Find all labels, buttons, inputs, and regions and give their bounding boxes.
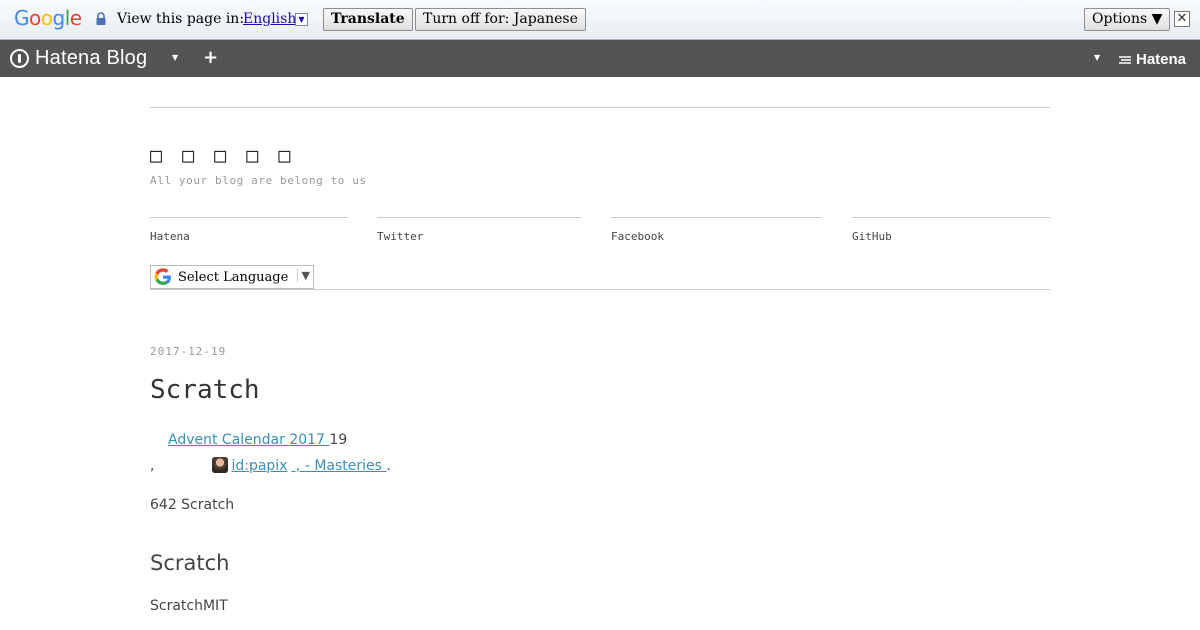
close-icon[interactable]: ✕ xyxy=(1174,11,1190,27)
select-language-label: Select Language xyxy=(178,269,289,285)
author-line-suffix: . xyxy=(386,458,391,474)
post-author-line: , id:papix , - Masteries . xyxy=(150,457,391,474)
hatena-home-link[interactable]: Hatena xyxy=(1118,51,1186,68)
post-intro-line: Advent Calendar 2017 19 xyxy=(150,432,347,448)
avatar xyxy=(212,457,229,473)
translate-button[interactable]: Translate xyxy=(323,8,413,31)
nav-link-twitter[interactable]: Twitter xyxy=(377,217,581,243)
nav-link-github[interactable]: GitHub xyxy=(852,217,1050,243)
google-logo: Google xyxy=(14,6,82,30)
blog-title[interactable]: □ □ □ □ □ xyxy=(150,143,294,167)
menu-caret-icon[interactable]: ▼ xyxy=(172,53,178,62)
advent-calendar-link[interactable]: Advent Calendar 2017 xyxy=(168,432,329,448)
turn-off-button[interactable]: Turn off for: Japanese xyxy=(415,8,586,31)
hatena-label: Hatena xyxy=(1136,51,1187,68)
options-button[interactable]: Options ▼ xyxy=(1084,8,1171,31)
language-dropdown-icon[interactable]: ▼ xyxy=(295,13,308,26)
post-paragraph: 642 Scratch xyxy=(150,497,235,513)
google-g-icon xyxy=(154,268,171,285)
view-page-label: View this page in: xyxy=(117,11,245,27)
lock-icon xyxy=(96,12,106,25)
post-date[interactable]: 2017-12-19 xyxy=(150,345,226,358)
select-language-dropdown[interactable]: Select Language ▼ xyxy=(150,265,314,289)
language-link[interactable]: English xyxy=(243,11,296,27)
language-divider xyxy=(150,289,1050,290)
hatena-blog-logo-icon xyxy=(10,48,29,68)
hatena-toolbar: Hatena Blog ▼ + ▼ Hatena xyxy=(0,40,1200,77)
nav-link-facebook[interactable]: Facebook xyxy=(611,217,822,243)
hatena-blog-logo-text: Hatena Blog xyxy=(35,46,148,69)
hatena-blog-logo[interactable]: Hatena Blog xyxy=(10,47,147,69)
post-title[interactable]: Scratch xyxy=(150,375,260,405)
post-paragraph: ScratchMIT xyxy=(150,598,228,614)
translate-bar: Google View this page in: English ▼ Tran… xyxy=(0,0,1200,40)
user-link-papix[interactable]: id:papix xyxy=(231,458,287,474)
author-line-prefix: , xyxy=(150,458,155,474)
add-post-icon[interactable]: + xyxy=(203,47,218,68)
hatena-icon xyxy=(1119,56,1131,64)
blog-description: All your blog are belong to us xyxy=(150,174,367,187)
masteries-link[interactable]: , - Masteries xyxy=(291,458,386,474)
nav-link-hatena[interactable]: Hatena xyxy=(150,217,348,243)
header-divider xyxy=(150,107,1050,108)
user-menu-caret-icon[interactable]: ▼ xyxy=(1094,53,1100,62)
section-heading: Scratch xyxy=(150,551,230,575)
advent-calendar-day: 19 xyxy=(329,432,348,448)
select-arrow-icon: ▼ xyxy=(296,269,310,282)
